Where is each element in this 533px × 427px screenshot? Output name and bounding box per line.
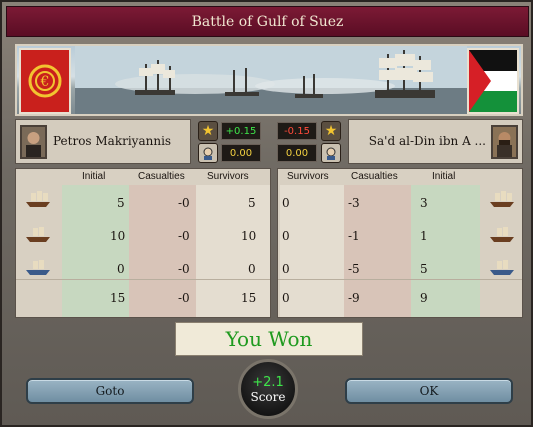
right-light-initial: 1 (420, 229, 428, 243)
right-portrait-icon[interactable] (491, 125, 518, 159)
right-light-casualties: -1 (348, 229, 360, 243)
goto-button[interactable]: Goto (26, 378, 194, 404)
title-bar: Battle of Gulf of Suez (6, 6, 529, 37)
right-total-initial: 9 (420, 291, 428, 305)
left-heavy-survivors: 5 (248, 196, 256, 210)
right-warscore-value: 0.00 (277, 144, 317, 162)
col-header-initial: Initial (432, 171, 456, 182)
left-portrait-icon[interactable] (20, 125, 47, 159)
right-flag-icon (467, 48, 519, 114)
score-badge: +2.1 Score (238, 359, 298, 419)
heavy-ship-icon (490, 191, 514, 207)
left-prestige-value: +0.15 (221, 122, 261, 140)
left-light-casualties: -0 (178, 229, 190, 243)
col-header-casualties: Casualties (351, 171, 398, 182)
left-light-survivors: 10 (241, 229, 257, 243)
light-ship-icon (26, 227, 50, 242)
right-total-casualties: -9 (348, 291, 360, 305)
right-heavy-initial: 3 (420, 196, 428, 210)
left-commander-name: Petros Makriyannis (53, 134, 172, 148)
right-fleet-table: Survivors Casualties Initial 0 -3 3 0 -1… (277, 168, 523, 318)
col-header-initial: Initial (82, 171, 106, 182)
right-transport-survivors: 0 (282, 262, 290, 276)
face-icon (321, 143, 341, 163)
right-light-survivors: 0 (282, 229, 290, 243)
battle-result-window: Battle of Gulf of Suez € Petros Makriyan… (0, 0, 533, 427)
window-title: Battle of Gulf of Suez (191, 13, 344, 30)
heavy-ship-icon (26, 191, 50, 207)
left-fleet-table: Initial Casualties Survivors 5 -0 5 10 -… (15, 168, 271, 318)
col-header-survivors: Survivors (207, 171, 249, 182)
right-heavy-survivors: 0 (282, 196, 290, 210)
right-commander-name: Sa'd al-Din ibn A ... (368, 134, 486, 148)
left-heavy-casualties: -0 (178, 196, 190, 210)
battle-banner: € (15, 44, 523, 116)
col-header-survivors: Survivors (287, 171, 329, 182)
star-icon: ★ (321, 121, 341, 141)
right-prestige-value: -0.15 (277, 122, 317, 140)
ok-button[interactable]: OK (345, 378, 513, 404)
left-commander-panel: Petros Makriyannis (15, 119, 191, 164)
left-total-survivors: 15 (241, 291, 257, 305)
left-heavy-initial: 5 (117, 196, 125, 210)
right-commander-panel: Sa'd al-Din ibn A ... (348, 119, 523, 164)
right-transport-initial: 5 (420, 262, 428, 276)
left-total-casualties: -0 (178, 291, 190, 305)
left-transport-initial: 0 (117, 262, 125, 276)
svg-text:€: € (40, 74, 50, 90)
result-text: You Won (225, 327, 313, 351)
score-value: +2.1 (252, 374, 284, 390)
fleet-illustration (75, 46, 467, 114)
left-transport-survivors: 0 (248, 262, 256, 276)
star-icon: ★ (198, 121, 218, 141)
transport-ship-icon (490, 260, 514, 275)
score-label: Score (250, 389, 286, 404)
left-light-initial: 10 (110, 229, 126, 243)
right-heavy-casualties: -3 (348, 196, 360, 210)
result-ribbon: You Won (175, 322, 363, 356)
transport-ship-icon (26, 260, 50, 275)
col-header-casualties: Casualties (138, 171, 185, 182)
face-icon (198, 143, 218, 163)
left-flag-icon: € (19, 48, 71, 114)
right-transport-casualties: -5 (348, 262, 360, 276)
left-total-initial: 15 (110, 291, 126, 305)
left-transport-casualties: -0 (178, 262, 190, 276)
left-warscore-value: 0.00 (221, 144, 261, 162)
light-ship-icon (490, 227, 514, 242)
right-total-survivors: 0 (282, 291, 290, 305)
